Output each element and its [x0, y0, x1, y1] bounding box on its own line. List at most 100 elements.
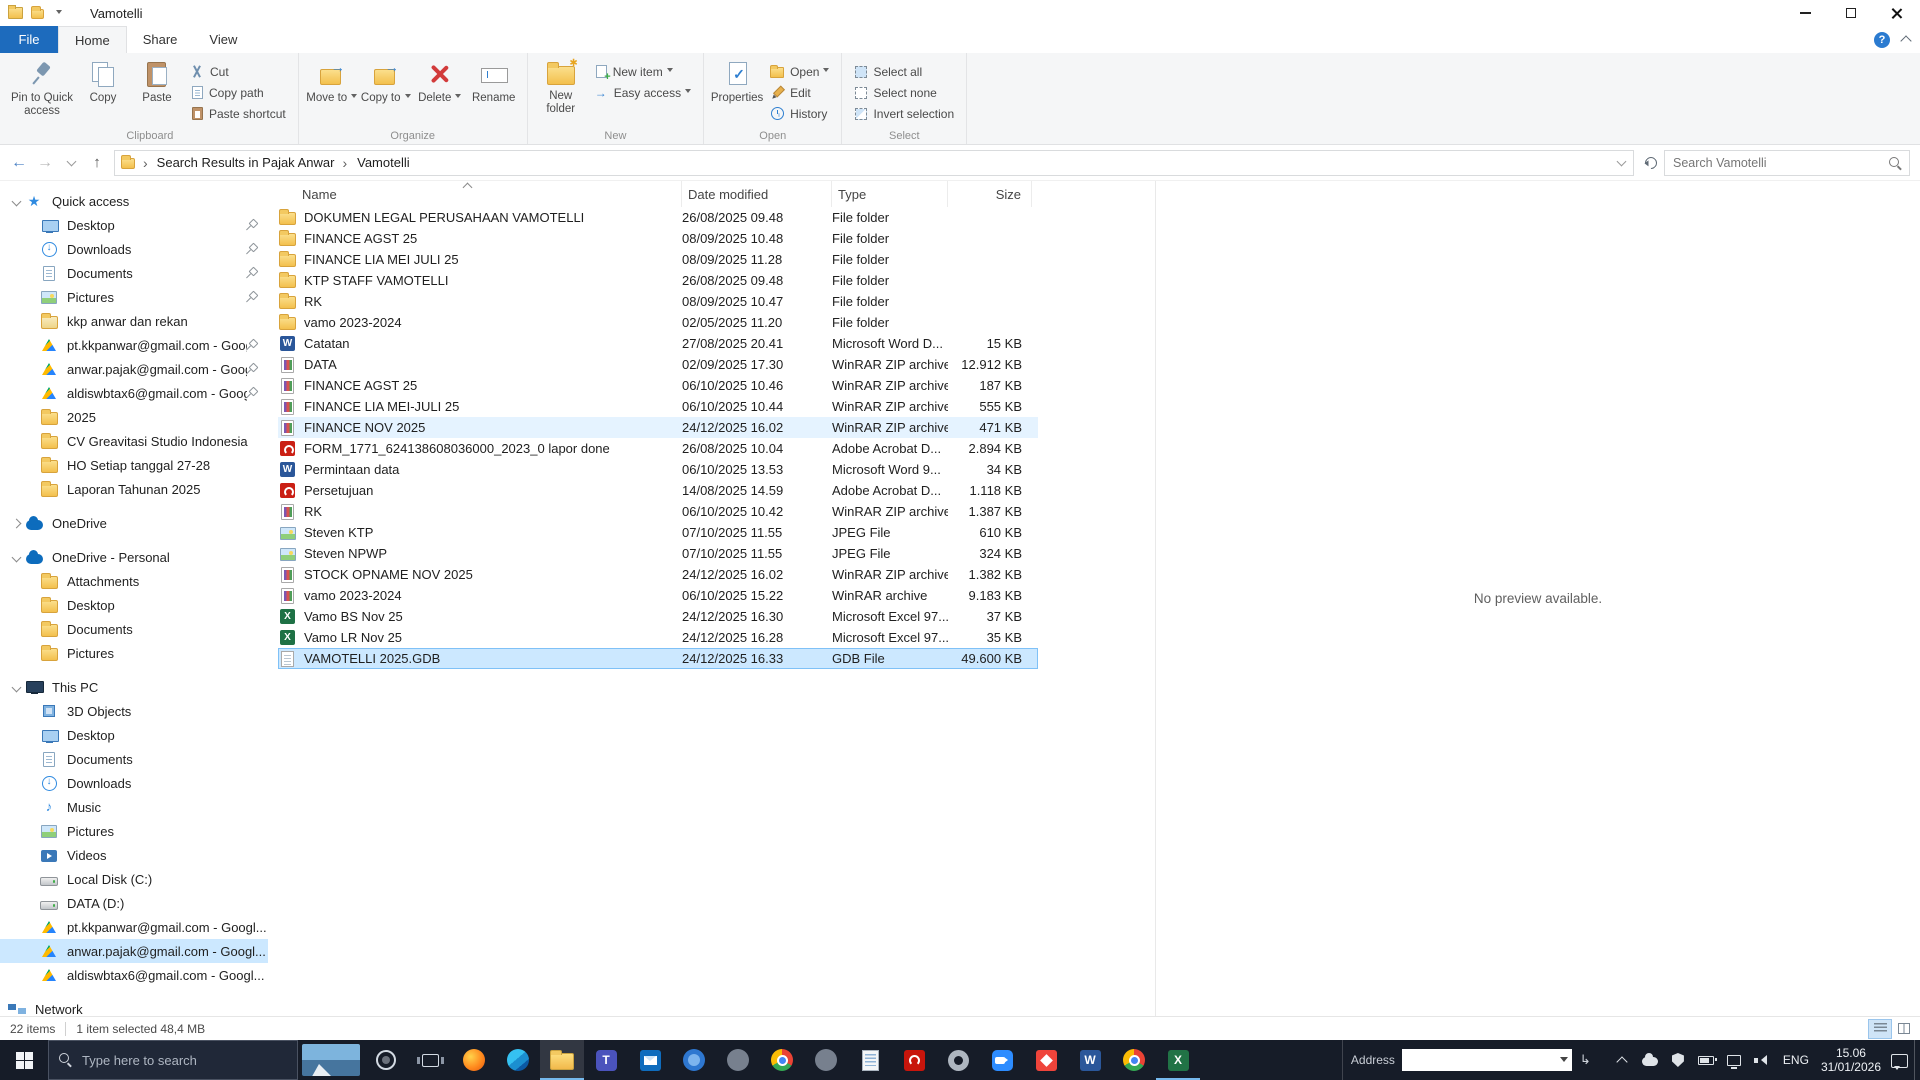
- teams-icon[interactable]: [584, 1040, 628, 1080]
- properties-button[interactable]: Properties: [710, 56, 764, 105]
- ribbon-tab[interactable]: Share: [127, 26, 194, 53]
- chrome-icon-2[interactable]: [1112, 1040, 1156, 1080]
- sidebar-item[interactable]: anwar.pajak@gmail.com - Googl...: [0, 357, 268, 381]
- sidebar-item[interactable]: aldiswbtax6@gmail.com - Googl...: [0, 381, 268, 405]
- breadcrumb-item[interactable]: Vamotelli: [356, 151, 411, 175]
- chevron-icon[interactable]: [12, 518, 22, 528]
- sidebar-item[interactable]: pt.kkpanwar@gmail.com - Googl... (G:): [0, 915, 268, 939]
- news-widget[interactable]: [298, 1040, 364, 1080]
- collapse-ribbon-icon[interactable]: [1900, 35, 1911, 46]
- Permintaan data[interactable]: Permintaan data 06/10/2025 13.53 Microso…: [278, 459, 1038, 480]
- chevron-icon[interactable]: [12, 682, 22, 692]
- sidebar-item[interactable]: Music: [0, 795, 268, 819]
- RK[interactable]: RK 08/09/2025 10.47 File folder: [278, 291, 1038, 312]
- file-menu-button[interactable]: File: [0, 26, 58, 53]
- sidebar-item[interactable]: Desktop: [0, 723, 268, 747]
- security-tray-icon[interactable]: [1669, 1050, 1687, 1070]
- file-explorer-icon[interactable]: [540, 1040, 584, 1080]
- qat-customize-icon[interactable]: [56, 10, 62, 17]
- forward-button[interactable]: [32, 150, 58, 176]
- chevron-icon[interactable]: [12, 552, 22, 562]
- FINANCE AGST 25[interactable]: FINANCE AGST 25 08/09/2025 10.48 File fo…: [278, 228, 1038, 249]
- copy-to-button[interactable]: Copy to: [359, 56, 413, 105]
- sidebar-item[interactable]: Desktop: [0, 593, 268, 617]
- delete-button[interactable]: Delete: [413, 56, 467, 105]
- sidebar-item[interactable]: kkp anwar dan rekan: [0, 309, 268, 333]
- anydesk-icon[interactable]: [1024, 1040, 1068, 1080]
- refresh-button[interactable]: [1638, 150, 1664, 176]
- KTP STAFF VAMOTELLI[interactable]: KTP STAFF VAMOTELLI 26/08/2025 09.48 Fil…: [278, 270, 1038, 291]
- DATA[interactable]: DATA 02/09/2025 17.30 WinRAR ZIP archive…: [278, 354, 1038, 375]
- FINANCE AGST 25[interactable]: FINANCE AGST 25 06/10/2025 10.46 WinRAR …: [278, 375, 1038, 396]
- app-icon-1[interactable]: [716, 1040, 760, 1080]
- open-button[interactable]: Open: [764, 61, 835, 82]
- battery-tray-icon[interactable]: [1697, 1050, 1715, 1070]
- language-indicator[interactable]: ENG: [1781, 1053, 1811, 1067]
- select-all-button[interactable]: Select all: [848, 61, 960, 82]
- edit-button[interactable]: Edit: [764, 82, 835, 103]
- chevron-icon[interactable]: [12, 196, 22, 206]
- sidebar-item[interactable]: Quick access: [0, 189, 268, 213]
- FINANCE LIA MEI JULI 25[interactable]: FINANCE LIA MEI JULI 25 08/09/2025 11.28…: [278, 249, 1038, 270]
- copy-button[interactable]: Copy: [76, 56, 130, 105]
- sidebar-item[interactable]: aldiswbtax6@gmail.com - Googl... (I:): [0, 963, 268, 987]
- address-history-icon[interactable]: [1617, 156, 1627, 166]
- sidebar-item[interactable]: 2025: [0, 405, 268, 429]
- new-folder-button[interactable]: New folder: [534, 56, 588, 116]
- Vamo LR Nov 25[interactable]: Vamo LR Nov 25 24/12/2025 16.28 Microsof…: [278, 627, 1038, 648]
- sidebar-item[interactable]: Local Disk (C:): [0, 867, 268, 891]
- paste-button[interactable]: Paste: [130, 56, 184, 105]
- DOKUMEN LEGAL PERUSAHAAN VAMOTELLI[interactable]: DOKUMEN LEGAL PERUSAHAAN VAMOTELLI 26/08…: [278, 207, 1038, 228]
- history-button[interactable]: History: [764, 103, 835, 124]
- back-button[interactable]: [6, 150, 32, 176]
- paste-shortcut-button[interactable]: Paste shortcut: [184, 103, 292, 124]
- invert-selection-button[interactable]: Invert selection: [848, 103, 960, 124]
- details-view-button[interactable]: [1868, 1019, 1892, 1039]
- sidebar-item[interactable]: Documents: [0, 747, 268, 771]
- vamo 2023-2024[interactable]: vamo 2023-2024 06/10/2025 15.22 WinRAR a…: [278, 585, 1038, 606]
- outlook-icon[interactable]: [628, 1040, 672, 1080]
- edge-icon[interactable]: [496, 1040, 540, 1080]
- help-icon[interactable]: [1874, 32, 1890, 48]
- ribbon-tab[interactable]: View: [193, 26, 253, 53]
- RK[interactable]: RK 06/10/2025 10.42 WinRAR ZIP archive 1…: [278, 501, 1038, 522]
- new-item-button[interactable]: New item: [588, 61, 697, 82]
- excel-icon[interactable]: [1156, 1040, 1200, 1080]
- action-center-icon[interactable]: [1891, 1054, 1908, 1068]
- sidebar-item[interactable]: Downloads: [0, 771, 268, 795]
- sidebar-item[interactable]: DATA (D:): [0, 891, 268, 915]
- sidebar-item[interactable]: Pictures: [0, 819, 268, 843]
- sidebar-item[interactable]: Videos: [0, 843, 268, 867]
- sidebar-item[interactable]: Pictures: [0, 285, 268, 309]
- sidebar-item[interactable]: Network: [0, 997, 268, 1016]
- sidebar-item[interactable]: This PC: [0, 675, 268, 699]
- STOCK OPNAME NOV 2025[interactable]: STOCK OPNAME NOV 2025 24/12/2025 16.02 W…: [278, 564, 1038, 585]
- minimize-button[interactable]: [1782, 0, 1828, 26]
- column-header-type[interactable]: Type: [832, 181, 948, 207]
- VAMOTELLI 2025.GDB[interactable]: VAMOTELLI 2025.GDB 24/12/2025 16.33 GDB …: [278, 648, 1038, 669]
- maximize-button[interactable]: [1828, 0, 1874, 26]
- Persetujuan[interactable]: Persetujuan 14/08/2025 14.59 Adobe Acrob…: [278, 480, 1038, 501]
- breadcrumb-item[interactable]: Search Results in Pajak Anwar: [156, 151, 356, 175]
- sidebar-item[interactable]: Attachments: [0, 569, 268, 593]
- sidebar-item[interactable]: OneDrive: [0, 511, 268, 535]
- FORM_1771_624138608036000_2023_0 lapor done[interactable]: FORM_1771_624138608036000_2023_0 lapor d…: [278, 438, 1038, 459]
- rename-button[interactable]: Rename: [467, 56, 521, 105]
- start-button[interactable]: [0, 1040, 48, 1080]
- close-button[interactable]: [1874, 0, 1920, 26]
- address-field[interactable]: Search Results in Pajak AnwarVamotelli: [114, 150, 1634, 176]
- zoom-icon[interactable]: [980, 1040, 1024, 1080]
- qat-folder-button[interactable]: [31, 9, 44, 19]
- cortana-icon[interactable]: [364, 1040, 408, 1080]
- search-input[interactable]: [1665, 151, 1909, 175]
- sidebar-item[interactable]: Documents: [0, 617, 268, 641]
- address-toolbar-input[interactable]: [1402, 1049, 1572, 1071]
- sidebar-item[interactable]: Documents: [0, 261, 268, 285]
- onedrive-tray-icon[interactable]: [1641, 1050, 1659, 1070]
- FINANCE NOV 2025[interactable]: FINANCE NOV 2025 24/12/2025 16.02 WinRAR…: [278, 417, 1038, 438]
- column-header-name[interactable]: Name: [278, 181, 682, 207]
- easy-access-button[interactable]: Easy access: [588, 82, 697, 103]
- vamo 2023-2024[interactable]: vamo 2023-2024 02/05/2025 11.20 File fol…: [278, 312, 1038, 333]
- sidebar-item[interactable]: OneDrive - Personal: [0, 545, 268, 569]
- move-to-button[interactable]: Move to: [305, 56, 359, 105]
